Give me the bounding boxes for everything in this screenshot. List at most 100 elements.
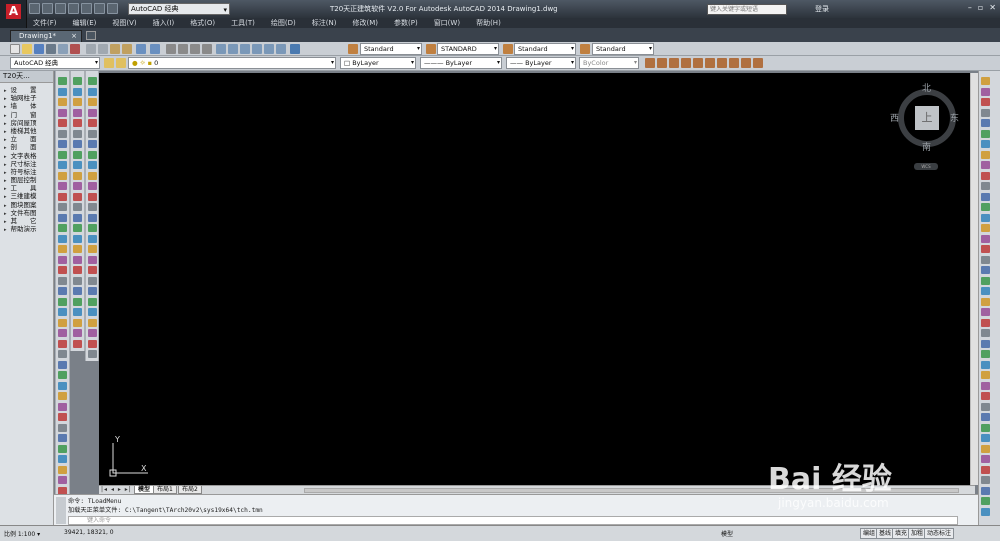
plotstyle-select[interactable]: ByColor ▾ xyxy=(579,57,639,69)
symbol-icon[interactable] xyxy=(73,276,82,285)
copy-icon[interactable] xyxy=(88,287,97,295)
line-icon[interactable] xyxy=(58,371,67,379)
ellipse-icon[interactable] xyxy=(58,287,67,295)
compass-east[interactable]: 东 xyxy=(950,111,959,124)
menu-help[interactable]: 帮助(H) xyxy=(476,18,501,28)
login-link[interactable]: 登录 xyxy=(815,4,829,14)
new-icon[interactable] xyxy=(29,3,40,14)
vertical-scrollbar[interactable] xyxy=(970,73,978,485)
viewcube[interactable]: 上 北 南 西 东 WCS xyxy=(890,81,962,171)
room-icon[interactable] xyxy=(73,339,82,348)
rotate-icon[interactable] xyxy=(981,308,990,316)
redo-icon[interactable] xyxy=(107,3,118,14)
zoom-realtime-icon[interactable] xyxy=(178,44,188,54)
undo-icon[interactable] xyxy=(94,3,105,14)
menu-dimension[interactable]: 标注(N) xyxy=(312,18,337,28)
workspace-combo[interactable]: AutoCAD 经典 ▾ xyxy=(10,57,100,69)
dynamic-dim-toggle[interactable]: 动态标注 xyxy=(924,528,955,539)
save-icon[interactable] xyxy=(34,44,44,54)
trim-icon[interactable] xyxy=(981,339,990,348)
join-icon[interactable] xyxy=(981,371,990,379)
array-icon[interactable] xyxy=(88,150,97,159)
line-icon[interactable] xyxy=(58,224,67,232)
move-icon[interactable] xyxy=(981,297,990,306)
circle-icon[interactable] xyxy=(58,119,67,127)
linetype-select[interactable]: ——— ByLayer ▾ xyxy=(420,57,502,69)
grid-icon[interactable] xyxy=(73,77,82,85)
table-icon[interactable] xyxy=(58,476,67,484)
dim-linear-icon[interactable] xyxy=(645,58,655,68)
multileader-style-icon[interactable] xyxy=(580,44,590,54)
dim-radius-icon[interactable] xyxy=(693,58,703,68)
table-icon[interactable] xyxy=(58,182,67,190)
layer-on-icon[interactable] xyxy=(88,161,97,169)
cut-icon[interactable] xyxy=(86,44,96,54)
new-tab-button[interactable] xyxy=(86,31,96,40)
save-as-icon[interactable] xyxy=(68,3,79,14)
copy-icon[interactable] xyxy=(98,44,108,54)
sheet-set-icon[interactable] xyxy=(252,44,262,54)
join-icon[interactable] xyxy=(981,203,990,211)
layer-on-icon[interactable] xyxy=(88,329,97,337)
dim-continue-icon[interactable] xyxy=(741,58,751,68)
menu-parametric[interactable]: 参数(P) xyxy=(394,18,418,28)
multileader-style-select[interactable]: Standard ▾ xyxy=(592,43,654,55)
point-icon[interactable] xyxy=(58,192,67,201)
trim-icon[interactable] xyxy=(981,507,990,516)
minimize-button[interactable]: – xyxy=(968,3,972,12)
menu-item-blocks[interactable]: 图块图案 xyxy=(0,201,53,209)
paste-icon[interactable] xyxy=(110,44,120,54)
save-icon[interactable] xyxy=(55,3,66,14)
erase-icon[interactable] xyxy=(981,413,990,421)
mirror-icon[interactable] xyxy=(981,266,990,274)
dim-arc-icon[interactable] xyxy=(669,58,679,68)
layer-state-icon[interactable] xyxy=(116,58,126,68)
menu-draw[interactable]: 绘图(D) xyxy=(271,18,296,28)
copy-icon[interactable] xyxy=(981,255,990,264)
pan-icon[interactable] xyxy=(166,44,176,54)
menu-item-dimension[interactable]: 尺寸标注 xyxy=(0,160,53,168)
stair-icon[interactable] xyxy=(73,140,82,148)
close-button[interactable]: ✕ xyxy=(989,3,996,12)
rectangle-icon[interactable] xyxy=(58,245,67,253)
column-icon[interactable] xyxy=(73,87,82,96)
table-icon[interactable] xyxy=(58,329,67,337)
wall-icon[interactable] xyxy=(73,98,82,106)
door-icon[interactable] xyxy=(73,108,82,117)
arc-icon[interactable] xyxy=(58,108,67,117)
move-icon[interactable] xyxy=(981,465,990,474)
layer-freeze-icon[interactable] xyxy=(88,350,97,358)
layer-off-icon[interactable] xyxy=(88,87,97,96)
design-center-icon[interactable] xyxy=(228,44,238,54)
layer-freeze-icon[interactable] xyxy=(88,98,97,106)
command-input[interactable]: 键入命令 xyxy=(68,516,958,525)
polyline-icon[interactable] xyxy=(58,234,67,243)
dim-style-select[interactable]: STANDARD ▾ xyxy=(437,43,499,55)
extend-icon[interactable] xyxy=(981,350,990,358)
section-icon[interactable] xyxy=(73,266,82,274)
table-style-icon[interactable] xyxy=(503,44,513,54)
room-icon[interactable] xyxy=(73,234,82,243)
offset-icon[interactable] xyxy=(88,140,97,148)
drawing-canvas[interactable]: Y X 上 北 南 西 东 WCS xyxy=(99,73,975,485)
undo-icon[interactable] xyxy=(136,44,146,54)
region-icon[interactable] xyxy=(58,203,67,211)
trim-icon[interactable] xyxy=(981,171,990,180)
layer-off-icon[interactable] xyxy=(88,339,97,348)
mirror-icon[interactable] xyxy=(88,213,97,222)
workspace-select[interactable]: AutoCAD 经典 ▾ xyxy=(128,3,230,15)
layer-off-icon[interactable] xyxy=(88,255,97,264)
menu-item-rooms-roofs[interactable]: 房间屋顶 xyxy=(0,119,53,127)
mirror-icon[interactable] xyxy=(88,297,97,306)
stair-icon[interactable] xyxy=(73,245,82,253)
dim-diameter-icon[interactable] xyxy=(705,58,715,68)
room-icon[interactable] xyxy=(73,129,82,138)
stretch-icon[interactable] xyxy=(981,497,990,505)
circle-icon[interactable] xyxy=(58,413,67,421)
text-style-select[interactable]: Standard ▾ xyxy=(360,43,422,55)
block-icon[interactable] xyxy=(58,297,67,306)
tab-drawing1[interactable]: Drawing1* × xyxy=(10,30,82,42)
hatch-icon[interactable] xyxy=(58,308,67,316)
command-window-grip[interactable] xyxy=(56,497,66,524)
elevation-icon[interactable] xyxy=(73,150,82,159)
